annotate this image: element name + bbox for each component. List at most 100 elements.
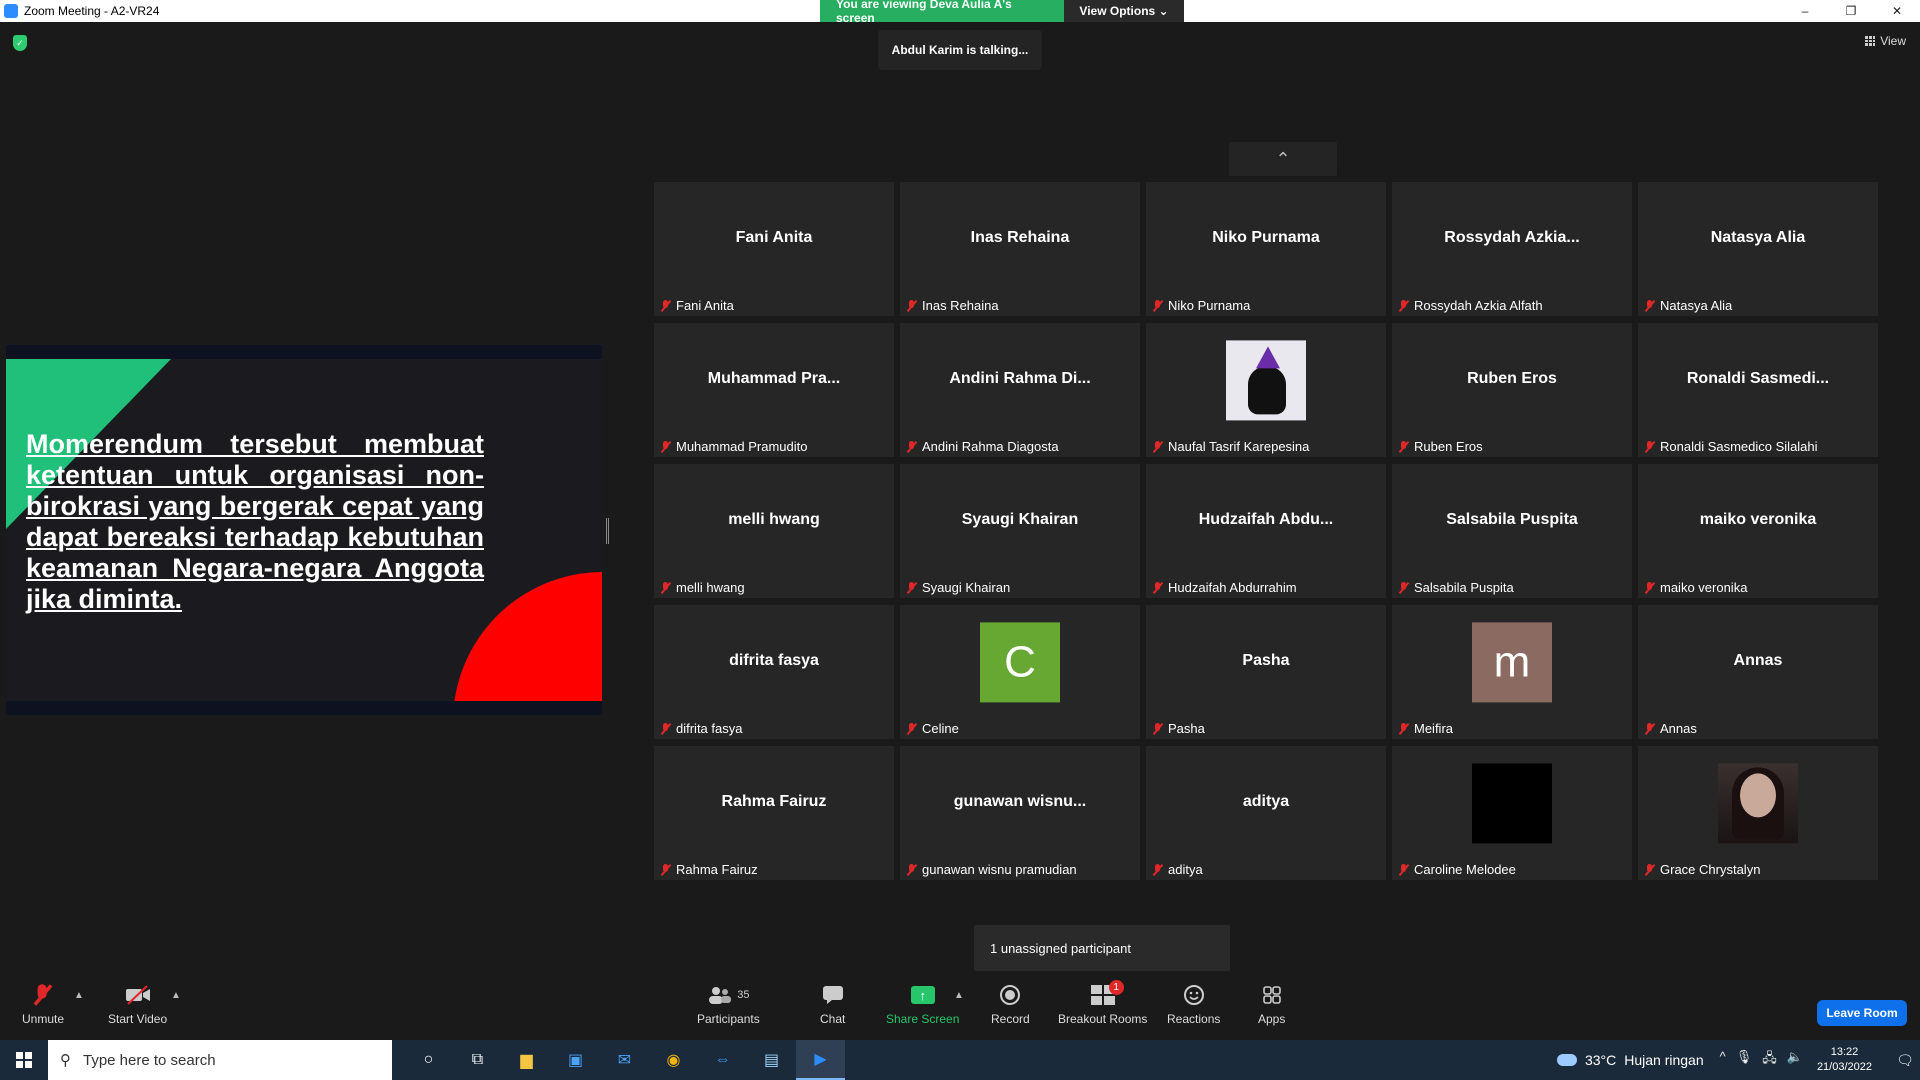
participant-tile[interactable]: melli hwang melli hwang	[654, 464, 894, 598]
participant-tile[interactable]: Naufal Tasrif Karepesina	[1146, 323, 1386, 457]
leave-room-button[interactable]: Leave Room	[1817, 1000, 1907, 1026]
teamviewer-icon[interactable]: ⇔	[698, 1040, 747, 1080]
participant-name-label: Muhammad Pramudito	[660, 439, 808, 454]
participant-name: maiko veronika	[1660, 580, 1748, 595]
microphone-muted-icon	[660, 863, 672, 876]
participant-tile[interactable]: difrita fasya difrita fasya	[654, 605, 894, 739]
participant-center-name: aditya	[1242, 793, 1290, 810]
participant-name-label: aditya	[1152, 862, 1203, 877]
windows-taskbar: ⚲ Type here to search ○ ⧉ ▆ ▣ ✉ ◉ ⇔ ▤ ▶ …	[0, 1040, 1920, 1080]
close-button[interactable]: ✕	[1874, 0, 1920, 22]
microphone-muted-icon	[1644, 299, 1656, 312]
participant-center-name: Syaugi Khairan	[961, 511, 1079, 528]
smiley-icon	[1183, 980, 1205, 1010]
participant-tile[interactable]: Fani Anita Fani Anita	[654, 182, 894, 316]
participant-center-name: maiko veronika	[1699, 511, 1817, 528]
participant-tile[interactable]: Salsabila Puspita Salsabila Puspita	[1392, 464, 1632, 598]
security-shield-icon[interactable]: ✓	[13, 35, 27, 51]
participant-tile[interactable]: Rahma Fairuz Rahma Fairuz	[654, 746, 894, 880]
view-button[interactable]: View	[1865, 34, 1906, 48]
participant-name-label: Grace Chrystalyn	[1644, 862, 1760, 877]
chat-button[interactable]: Chat	[820, 980, 845, 1026]
apps-button[interactable]: Apps	[1258, 980, 1285, 1026]
microphone-muted-icon	[1398, 722, 1410, 735]
notification-center-icon[interactable]: 🗨	[1890, 1040, 1920, 1080]
participant-center-name: Inas Rehaina	[970, 229, 1070, 246]
participant-name-label: Caroline Melodee	[1398, 862, 1516, 877]
participant-tile[interactable]: aditya aditya	[1146, 746, 1386, 880]
microphone-icon[interactable]: 🎙	[1736, 1049, 1753, 1071]
participant-tile[interactable]: Niko Purnama Niko Purnama	[1146, 182, 1386, 316]
chevron-up-icon[interactable]: ^	[1720, 1049, 1726, 1071]
microsoft-store-icon[interactable]: ▣	[551, 1040, 600, 1080]
participant-name: Andini Rahma Diagosta	[922, 439, 1059, 454]
zoom-taskbar-icon[interactable]: ▶	[796, 1040, 845, 1080]
taskbar-clock[interactable]: 13:22 21/03/2022	[1817, 1045, 1872, 1075]
notepad-icon[interactable]: ▤	[747, 1040, 796, 1080]
participants-button[interactable]: 35 Participants	[697, 980, 760, 1026]
participant-name-label: Natasya Alia	[1644, 298, 1732, 313]
mail-icon[interactable]: ✉	[600, 1040, 649, 1080]
participant-name: Fani Anita	[676, 298, 734, 313]
task-view-icon[interactable]: ⧉	[453, 1040, 502, 1080]
participant-tile[interactable]: Rossydah Azkia... Rossydah Azkia Alfath	[1392, 182, 1632, 316]
share-resize-handle[interactable]	[606, 518, 609, 544]
participant-center-name: gunawan wisnu...	[953, 793, 1087, 810]
file-explorer-icon[interactable]: ▆	[502, 1040, 551, 1080]
participant-tile[interactable]: Grace Chrystalyn	[1638, 746, 1878, 880]
minimize-button[interactable]: –	[1782, 0, 1828, 22]
viewing-banner: You are viewing Deva Aulia A's screen Vi…	[820, 0, 1184, 25]
participant-tile[interactable]: maiko veronika maiko veronika	[1638, 464, 1878, 598]
microphone-muted-icon	[1644, 440, 1656, 453]
participant-tile[interactable]: Ruben Eros Ruben Eros	[1392, 323, 1632, 457]
participant-center-name: Rossydah Azkia...	[1444, 229, 1580, 246]
start-video-button[interactable]: Start Video	[108, 980, 167, 1026]
participant-name-label: Syaugi Khairan	[906, 580, 1010, 595]
shared-screen: Momerendum tersebut membuat ketentuan un…	[6, 345, 602, 715]
participant-name: Caroline Melodee	[1414, 862, 1516, 877]
restore-button[interactable]: ❐	[1828, 0, 1874, 22]
participant-tile[interactable]: Caroline Melodee	[1392, 746, 1632, 880]
gallery-scroll-up-button[interactable]: ⌃	[1229, 142, 1337, 176]
share-screen-button[interactable]: ↑ Share Screen	[886, 980, 959, 1026]
microphone-muted-icon	[1152, 863, 1164, 876]
unmute-button[interactable]: Unmute	[22, 980, 64, 1026]
share-options-caret-icon[interactable]: ▲	[954, 990, 964, 1001]
network-icon[interactable]: 🖧	[1762, 1049, 1777, 1071]
weather-widget[interactable]: 33°C Hujan ringan	[1556, 1052, 1704, 1068]
participant-name: Ronaldi Sasmedico Silalahi	[1660, 439, 1818, 454]
participant-tile[interactable]: Syaugi Khairan Syaugi Khairan	[900, 464, 1140, 598]
participant-name-label: Pasha	[1152, 721, 1205, 736]
participant-tile[interactable]: Hudzaifah Abdu... Hudzaifah Abdurrahim	[1146, 464, 1386, 598]
participant-tile[interactable]: Ronaldi Sasmedi... Ronaldi Sasmedico Sila…	[1638, 323, 1878, 457]
chrome-icon[interactable]: ◉	[649, 1040, 698, 1080]
speaker-icon[interactable]: 🔈	[1787, 1049, 1803, 1071]
participant-name-label: Niko Purnama	[1152, 298, 1250, 313]
record-icon	[1000, 985, 1021, 1005]
taskbar-search-box[interactable]: ⚲ Type here to search	[48, 1040, 392, 1080]
participant-tile[interactable]: Inas Rehaina Inas Rehaina	[900, 182, 1140, 316]
video-camera-off-icon	[125, 980, 151, 1010]
participant-tile[interactable]: m Meifira	[1392, 605, 1632, 739]
participant-tile[interactable]: C Celine	[900, 605, 1140, 739]
participant-name: difrita fasya	[676, 721, 743, 736]
participant-avatar: C	[980, 622, 1060, 703]
breakout-rooms-button[interactable]: 1 Breakout Rooms	[1058, 980, 1147, 1026]
microphone-muted-icon	[906, 863, 918, 876]
participant-name: Salsabila Puspita	[1414, 580, 1514, 595]
cortana-icon[interactable]: ○	[404, 1040, 453, 1080]
audio-options-caret-icon[interactable]: ▲	[74, 990, 84, 1001]
participant-name: gunawan wisnu pramudian	[922, 862, 1077, 877]
participant-tile[interactable]: Pasha Pasha	[1146, 605, 1386, 739]
participant-tile[interactable]: Muhammad Pra... Muhammad Pramudito	[654, 323, 894, 457]
view-options-button[interactable]: View Options ⌄	[1064, 0, 1184, 22]
start-button[interactable]	[0, 1040, 48, 1080]
participant-tile[interactable]: Annas Annas	[1638, 605, 1878, 739]
participant-tile[interactable]: gunawan wisnu... gunawan wisnu pramudian	[900, 746, 1140, 880]
participant-tile[interactable]: Natasya Alia Natasya Alia	[1638, 182, 1878, 316]
participant-tile[interactable]: Andini Rahma Di... Andini Rahma Diagosta	[900, 323, 1140, 457]
record-button[interactable]: Record	[991, 980, 1030, 1026]
microphone-muted-icon	[906, 299, 918, 312]
video-options-caret-icon[interactable]: ▲	[171, 990, 181, 1001]
reactions-button[interactable]: Reactions	[1167, 980, 1220, 1026]
